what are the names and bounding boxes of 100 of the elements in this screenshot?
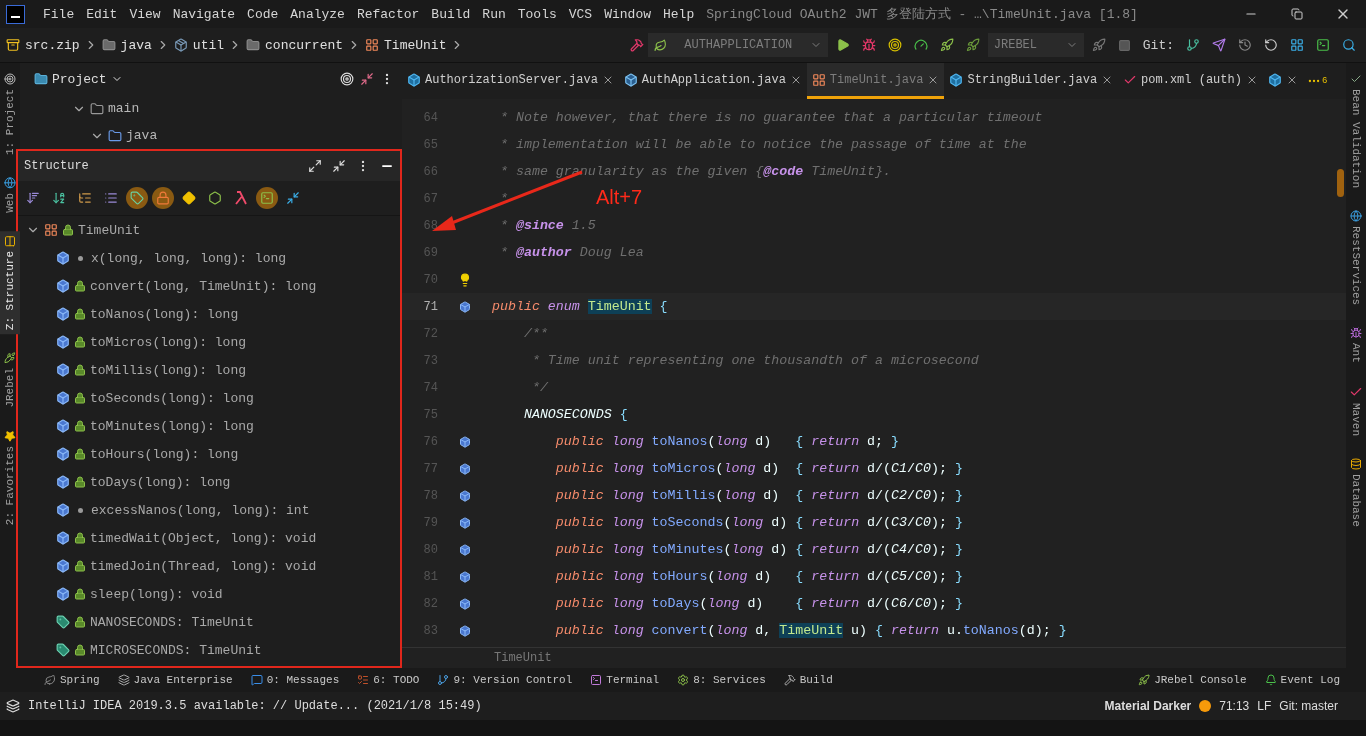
- structure-item[interactable]: toMillis(long): long: [90, 362, 247, 378]
- tool-window-tab[interactable]: Web: [0, 173, 20, 217]
- database-icon: [1350, 458, 1362, 471]
- status-message: IntelliJ IDEA 2019.3.5 available: // Update... (2021/1/8 15:49): [28, 699, 483, 713]
- menu-item[interactable]: Build: [425, 6, 477, 22]
- menu-item[interactable]: Window: [598, 6, 657, 22]
- structure-item[interactable]: sleep(long): void: [90, 586, 223, 602]
- tool-window-button[interactable]: 6: TODO: [357, 674, 420, 686]
- tool-window-tab[interactable]: RestServices: [1346, 206, 1366, 310]
- structure-item[interactable]: NANOSECONDS: TimeUnit: [90, 614, 254, 630]
- tree-item[interactable]: java: [126, 128, 158, 143]
- menu-item[interactable]: Tools: [511, 6, 563, 22]
- structure-item[interactable]: toMinutes(long): long: [90, 418, 254, 434]
- menu-item[interactable]: Refactor: [350, 6, 426, 22]
- tab-label: TimeUnit.java: [829, 72, 924, 87]
- project-view-dropdown[interactable]: Project: [28, 70, 129, 88]
- tab-label: pom.xml (auth): [1141, 72, 1242, 87]
- method-icon: [56, 307, 70, 321]
- structure-item[interactable]: toMicros(long): long: [90, 334, 247, 350]
- tool-window-tab[interactable]: Ant: [1346, 323, 1366, 368]
- breadcrumb-item[interactable]: java: [101, 37, 152, 53]
- tool-window-button[interactable]: 8: Services: [677, 674, 766, 686]
- breadcrumb-item[interactable]: TimeUnit: [494, 651, 552, 665]
- menu-item[interactable]: Help: [657, 6, 701, 22]
- caret-position[interactable]: 71:13: [1219, 699, 1250, 713]
- tag-icon: [56, 643, 70, 657]
- structure-item[interactable]: MICROSECONDS: TimeUnit: [90, 642, 262, 658]
- menu-item[interactable]: File: [37, 6, 81, 22]
- panel-title: Structure: [24, 159, 90, 173]
- editor-tab[interactable]: TimeUnit.java: [806, 63, 945, 99]
- theme-label[interactable]: Material Darker: [1104, 699, 1192, 713]
- git-branch[interactable]: Git: master: [1279, 699, 1338, 713]
- target-icon[interactable]: [340, 72, 354, 86]
- method-icon[interactable]: [459, 624, 471, 637]
- tool-window-tab[interactable]: 2: Favorites: [0, 425, 20, 529]
- tool-window-tab[interactable]: Z: Structure: [0, 230, 20, 335]
- tool-window-tab[interactable]: JRebel: [0, 348, 20, 412]
- tool-window-button[interactable]: Spring: [44, 674, 100, 686]
- editor-tab[interactable]: AuthorizationServer.java: [402, 63, 619, 99]
- scrollbar-thumb[interactable]: [1337, 169, 1344, 197]
- structure-item[interactable]: convert(long, TimeUnit): long: [90, 278, 317, 294]
- collapse-icon[interactable]: [332, 159, 346, 173]
- expand-icon[interactable]: [308, 159, 322, 173]
- grid-icon: [1290, 38, 1304, 52]
- method-icon[interactable]: [459, 435, 471, 448]
- hammer-icon[interactable]: [629, 38, 644, 52]
- tool-window-button[interactable]: 9: Version Control: [437, 674, 573, 686]
- editor-tab[interactable]: pom.xml (auth): [1118, 63, 1263, 99]
- layers-icon[interactable]: [6, 699, 20, 713]
- structure-item[interactable]: x(long, long, long): long: [91, 250, 287, 266]
- toolbar-toggle[interactable]: [152, 187, 174, 209]
- breadcrumb-item[interactable]: TimeUnit: [365, 37, 447, 53]
- breadcrumb-item[interactable]: concurrent: [246, 37, 344, 53]
- structure-item[interactable]: TimeUnit: [78, 222, 141, 238]
- structure-item[interactable]: toHours(long): long: [90, 446, 239, 462]
- lightbulb-icon[interactable]: [458, 272, 472, 287]
- tool-window-button[interactable]: 0: Messages: [250, 674, 340, 686]
- breadcrumb-item[interactable]: src.zip: [6, 37, 80, 53]
- tool-window-tab[interactable]: 1: Project: [0, 69, 20, 159]
- more-tabs-button[interactable]: 6: [1302, 63, 1332, 99]
- menu-item[interactable]: VCS: [562, 6, 599, 22]
- menu-item[interactable]: Code: [241, 6, 285, 22]
- toolbar-toggle[interactable]: [126, 187, 148, 209]
- structure-item[interactable]: excessNanos(long, long): int: [91, 502, 310, 518]
- method-icon[interactable]: [459, 516, 471, 529]
- tool-window-button[interactable]: Terminal: [590, 674, 660, 686]
- sort-icon: [26, 191, 40, 205]
- run-config-dropdown[interactable]: AUTHAPPLICATION: [647, 33, 828, 57]
- method-icon[interactable]: [459, 597, 471, 610]
- method-icon[interactable]: [459, 543, 471, 556]
- method-icon[interactable]: [459, 300, 471, 313]
- menu-item[interactable]: View: [123, 6, 167, 22]
- menu-item[interactable]: Analyze: [284, 6, 351, 22]
- tool-window-tab[interactable]: Database: [1346, 454, 1366, 531]
- menu-item[interactable]: Edit: [80, 6, 124, 22]
- tool-window-button[interactable]: Build: [783, 674, 833, 686]
- line-separator[interactable]: LF: [1257, 699, 1272, 713]
- tool-window-button[interactable]: JRebel Console: [1138, 674, 1247, 686]
- breadcrumb-item[interactable]: util: [173, 37, 225, 53]
- tool-window-tab[interactable]: Bean Validation: [1346, 69, 1366, 193]
- editor-tab[interactable]: StringBuilder.java: [944, 63, 1119, 99]
- toolbar-toggle[interactable]: [256, 187, 278, 209]
- structure-item[interactable]: toSeconds(long): long: [90, 390, 254, 406]
- tree-item[interactable]: main: [108, 101, 140, 116]
- method-icon[interactable]: [459, 489, 471, 502]
- method-icon[interactable]: [459, 462, 471, 475]
- structure-item[interactable]: timedJoin(Thread, long): void: [90, 558, 317, 574]
- tab-label: AuthorizationServer.java: [425, 72, 598, 87]
- method-icon[interactable]: [459, 570, 471, 583]
- menu-item[interactable]: Navigate: [166, 6, 242, 22]
- menu-item[interactable]: Run: [476, 6, 512, 22]
- tool-window-tab[interactable]: Maven: [1346, 381, 1366, 441]
- structure-item[interactable]: toDays(long): long: [90, 474, 231, 490]
- tool-window-button[interactable]: Event Log: [1264, 674, 1340, 686]
- structure-item[interactable]: timedWait(Object, long): void: [90, 530, 317, 546]
- cube-icon: [949, 72, 964, 87]
- collapse-icon[interactable]: [360, 72, 374, 86]
- tool-window-button[interactable]: Java Enterprise: [117, 674, 233, 686]
- editor-tab[interactable]: AuthApplication.java: [618, 63, 807, 99]
- structure-item[interactable]: toNanos(long): long: [90, 306, 239, 322]
